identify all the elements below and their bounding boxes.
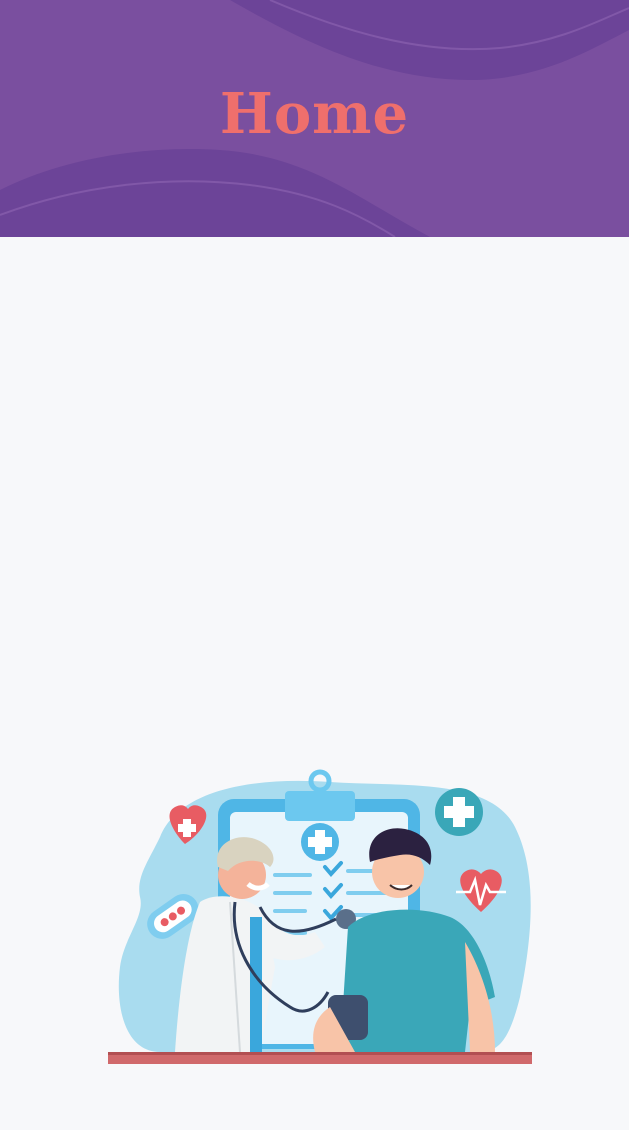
- home-screen: Home: [0, 0, 629, 1130]
- doctor-patient-checkup-illustration: [108, 769, 532, 1064]
- header-banner: Home: [0, 0, 629, 237]
- page-title: Home: [219, 81, 410, 147]
